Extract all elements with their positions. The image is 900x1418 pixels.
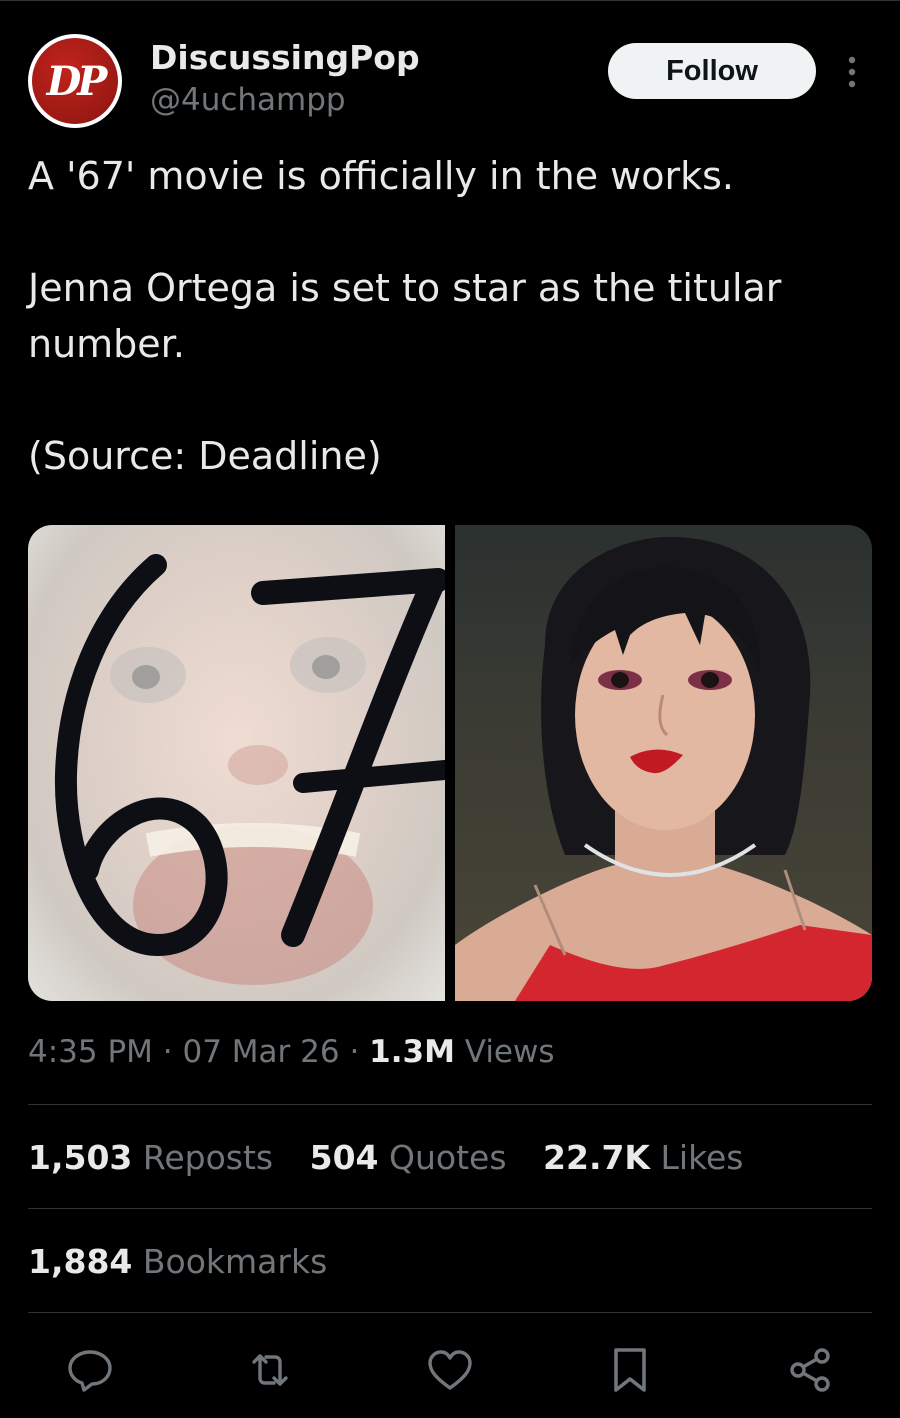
follow-button[interactable]: Follow [608,43,816,99]
likes-count: 22.7K [543,1138,651,1177]
display-name[interactable]: DiscussingPop [150,38,420,77]
tweet-metadata: 4:35 PM · 07 Mar 26 · 1.3M Views [28,1034,555,1070]
like-icon [428,1350,472,1390]
views-label: Views [464,1034,555,1070]
likes-stat[interactable]: 22.7K Likes [543,1138,743,1177]
bookmarks-count: 1,884 [28,1242,133,1281]
repost-button[interactable] [246,1346,294,1394]
avatar[interactable]: DP [28,34,122,128]
reply-button[interactable] [66,1346,114,1394]
tweet-line-3: (Source: Deadline) [28,434,382,478]
quotes-label: Quotes [389,1138,507,1177]
user-handle[interactable]: @4uchampp [150,82,346,118]
bookmark-button[interactable] [606,1346,654,1394]
bookmark-icon [614,1348,646,1392]
face-67-illustration [54,554,445,985]
engagement-stats: 1,503 Reposts 504 Quotes 22.7K Likes [28,1138,770,1177]
quotes-stat[interactable]: 504 Quotes [310,1138,507,1177]
media-image-portrait[interactable] [455,525,872,1001]
likes-label: Likes [660,1138,744,1177]
tweet-line-1: A '67' movie is officially in the works. [28,154,735,198]
portrait-illustration [455,536,872,1001]
divider [28,1104,872,1105]
separator: · [162,1034,173,1070]
divider [28,1312,872,1313]
divider [28,1208,872,1209]
reposts-label: Reposts [142,1138,274,1177]
media-image-67[interactable] [28,525,445,1001]
tweet-header: DP DiscussingPop @4uchampp Follow [28,34,872,130]
top-divider [0,0,900,1]
reply-icon [68,1350,112,1392]
share-button[interactable] [786,1346,834,1394]
tweet-line-2: Jenna Ortega is set to star as the titul… [28,266,782,366]
tweet-date[interactable]: 07 Mar 26 [183,1034,340,1070]
avatar-logo: DP [32,38,118,124]
tweet-text: A '67' movie is officially in the works.… [28,148,868,484]
bookmarks-stat[interactable]: 1,884 Bookmarks [28,1242,327,1281]
more-vertical-icon[interactable] [840,54,864,90]
separator: · [349,1034,360,1070]
views-count: 1.3M [369,1034,455,1070]
share-icon [790,1348,830,1392]
reposts-stat[interactable]: 1,503 Reposts [28,1138,273,1177]
like-button[interactable] [426,1346,474,1394]
avatar-logo-text: DP [46,57,108,105]
repost-icon [252,1354,288,1386]
reposts-count: 1,503 [28,1138,133,1177]
bookmarks-label: Bookmarks [142,1242,328,1281]
tweet-time[interactable]: 4:35 PM [28,1034,153,1070]
quotes-count: 504 [309,1138,379,1177]
tweet-media [28,525,872,1001]
